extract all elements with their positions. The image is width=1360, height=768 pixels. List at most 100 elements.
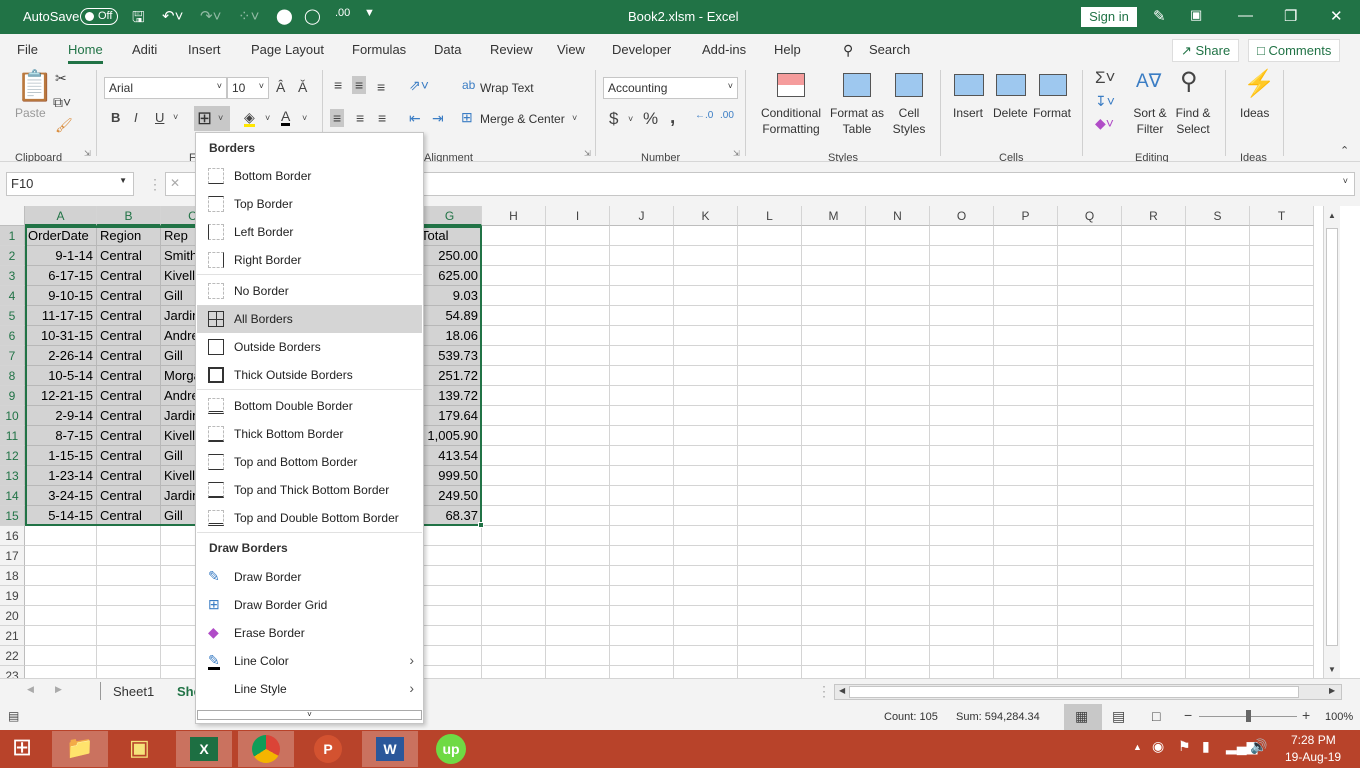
- select-all-button[interactable]: [0, 206, 25, 226]
- cell-t7[interactable]: [1250, 346, 1314, 366]
- cell-r20[interactable]: [1122, 606, 1186, 626]
- cell-r5[interactable]: [1122, 306, 1186, 326]
- cell-m5[interactable]: [802, 306, 866, 326]
- cell-b16[interactable]: [97, 526, 161, 546]
- cell-i8[interactable]: [546, 366, 610, 386]
- normal-view-button[interactable]: ▦: [1064, 704, 1102, 730]
- row-header-18[interactable]: 18: [0, 566, 25, 586]
- cell-r16[interactable]: [1122, 526, 1186, 546]
- delete-button[interactable]: Delete: [993, 106, 1028, 120]
- cell-h19[interactable]: [482, 586, 546, 606]
- cell-g15[interactable]: 68.37: [418, 506, 482, 526]
- cell-b20[interactable]: [97, 606, 161, 626]
- format-painter-qa-icon[interactable]: ⁘˅: [238, 7, 259, 25]
- autosave-toggle[interactable]: Off: [80, 8, 118, 25]
- cell-g5[interactable]: 54.89: [418, 306, 482, 326]
- cell-i4[interactable]: [546, 286, 610, 306]
- cell-g8[interactable]: 251.72: [418, 366, 482, 386]
- save-icon[interactable]: 🖫: [132, 7, 145, 32]
- cell-o21[interactable]: [930, 626, 994, 646]
- cell-s13[interactable]: [1186, 466, 1250, 486]
- font-name-select[interactable]: Arial ˅: [104, 77, 227, 99]
- align-right-icon[interactable]: ≡: [378, 111, 386, 125]
- cell-a19[interactable]: [25, 586, 97, 606]
- column-header-a[interactable]: A: [25, 206, 97, 226]
- cell-i6[interactable]: [546, 326, 610, 346]
- cell-l14[interactable]: [738, 486, 802, 506]
- cell-j2[interactable]: [610, 246, 674, 266]
- redo-icon[interactable]: ↷˅: [200, 7, 221, 25]
- decrease-indent-icon[interactable]: ⇤: [409, 111, 421, 125]
- cell-p8[interactable]: [994, 366, 1058, 386]
- cell-r23[interactable]: [1122, 666, 1186, 678]
- column-header-t[interactable]: T: [1250, 206, 1314, 226]
- cell-m18[interactable]: [802, 566, 866, 586]
- cell-b6[interactable]: Central: [97, 326, 161, 346]
- cell-l2[interactable]: [738, 246, 802, 266]
- cell-i21[interactable]: [546, 626, 610, 646]
- cell-o12[interactable]: [930, 446, 994, 466]
- cell-b22[interactable]: [97, 646, 161, 666]
- close-icon[interactable]: ✕: [1330, 7, 1343, 25]
- cell-r14[interactable]: [1122, 486, 1186, 506]
- sync-icon[interactable]: ◉: [1152, 739, 1164, 753]
- cell-t11[interactable]: [1250, 426, 1314, 446]
- cell-n21[interactable]: [866, 626, 930, 646]
- cell-q6[interactable]: [1058, 326, 1122, 346]
- shapes-icon[interactable]: ◯: [304, 7, 321, 25]
- cell-m4[interactable]: [802, 286, 866, 306]
- cell-s11[interactable]: [1186, 426, 1250, 446]
- cell-j9[interactable]: [610, 386, 674, 406]
- cell-p20[interactable]: [994, 606, 1058, 626]
- cell-q19[interactable]: [1058, 586, 1122, 606]
- windows-start-icon[interactable]: ⊞: [12, 736, 32, 760]
- row-header-8[interactable]: 8: [0, 366, 25, 386]
- cell-p4[interactable]: [994, 286, 1058, 306]
- cell-i23[interactable]: [546, 666, 610, 678]
- row-header-6[interactable]: 6: [0, 326, 25, 346]
- cell-a23[interactable]: [25, 666, 97, 678]
- cell-m19[interactable]: [802, 586, 866, 606]
- cell-n12[interactable]: [866, 446, 930, 466]
- cell-h1[interactable]: [482, 226, 546, 246]
- column-header-m[interactable]: M: [802, 206, 866, 226]
- cell-b10[interactable]: Central: [97, 406, 161, 426]
- font-color-icon[interactable]: A: [281, 109, 291, 126]
- cell-i18[interactable]: [546, 566, 610, 586]
- minimize-icon[interactable]: —: [1238, 7, 1253, 24]
- cell-m22[interactable]: [802, 646, 866, 666]
- cell-g11[interactable]: 1,005.90: [418, 426, 482, 446]
- find-select-button[interactable]: Find & Select: [1171, 105, 1215, 137]
- cell-t15[interactable]: [1250, 506, 1314, 526]
- cell-k2[interactable]: [674, 246, 738, 266]
- cell-s17[interactable]: [1186, 546, 1250, 566]
- cell-b13[interactable]: Central: [97, 466, 161, 486]
- cell-q5[interactable]: [1058, 306, 1122, 326]
- row-header-9[interactable]: 9: [0, 386, 25, 406]
- cell-p10[interactable]: [994, 406, 1058, 426]
- cell-k16[interactable]: [674, 526, 738, 546]
- cell-j18[interactable]: [610, 566, 674, 586]
- cell-g7[interactable]: 539.73: [418, 346, 482, 366]
- cell-t16[interactable]: [1250, 526, 1314, 546]
- cell-k3[interactable]: [674, 266, 738, 286]
- cell-a4[interactable]: 9-10-15: [25, 286, 97, 306]
- cell-i1[interactable]: [546, 226, 610, 246]
- cancel-icon[interactable]: ✕: [170, 176, 180, 190]
- cell-t12[interactable]: [1250, 446, 1314, 466]
- tab-page-layout[interactable]: Page Layout: [251, 42, 324, 57]
- cell-p6[interactable]: [994, 326, 1058, 346]
- format-button[interactable]: Format: [1033, 106, 1071, 120]
- row-header-15[interactable]: 15: [0, 506, 25, 526]
- cell-n17[interactable]: [866, 546, 930, 566]
- cell-k8[interactable]: [674, 366, 738, 386]
- cell-h18[interactable]: [482, 566, 546, 586]
- cell-m11[interactable]: [802, 426, 866, 446]
- clock-date[interactable]: 19-Aug-19: [1285, 750, 1341, 764]
- tab-review[interactable]: Review: [490, 42, 533, 57]
- cell-a6[interactable]: 10-31-15: [25, 326, 97, 346]
- tab-formulas[interactable]: Formulas: [352, 42, 406, 57]
- cell-b21[interactable]: [97, 626, 161, 646]
- cell-o22[interactable]: [930, 646, 994, 666]
- menu-item-all-borders[interactable]: All Borders: [197, 305, 422, 333]
